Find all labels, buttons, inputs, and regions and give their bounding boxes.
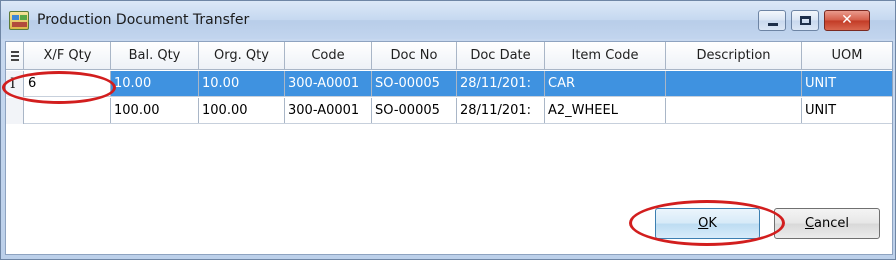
bal-qty-cell: 100.00 (111, 98, 199, 123)
xf-qty-input[interactable] (25, 98, 111, 123)
row-selector[interactable] (6, 98, 24, 124)
item-code-cell: CAR (545, 71, 666, 96)
production-document-transfer-window: Production Document Transfer ✕ X/F Qty B… (0, 0, 896, 260)
ok-button-label: K (708, 216, 717, 231)
table-row[interactable]: I 6 10.00 10.00 300-A0001 SO-00005 28/11… (6, 71, 892, 97)
cancel-button[interactable]: Cancel (774, 208, 880, 239)
close-button[interactable]: ✕ (824, 10, 870, 31)
org-qty-cell: 10.00 (199, 71, 285, 96)
column-header-bal-qty[interactable]: Bal. Qty (111, 42, 199, 69)
column-header-item-code[interactable]: Item Code (545, 42, 666, 69)
window-title: Production Document Transfer (37, 12, 250, 28)
minimize-button[interactable] (758, 10, 786, 31)
table-row[interactable]: 100.00 100.00 300-A0001 SO-00005 28/11/2… (6, 98, 892, 124)
ok-button[interactable]: OK (655, 208, 760, 239)
code-cell: 300-A0001 (285, 71, 372, 96)
title-bar[interactable]: Production Document Transfer ✕ (1, 1, 895, 39)
org-qty-cell: 100.00 (199, 98, 285, 123)
code-cell: 300-A0001 (285, 98, 372, 123)
app-icon (9, 11, 29, 30)
item-code-cell: A2_WHEEL (545, 98, 666, 123)
column-header-uom[interactable]: UOM (802, 42, 892, 69)
text-cursor-icon: I (10, 76, 16, 92)
column-header-code[interactable]: Code (285, 42, 372, 69)
doc-date-cell: 28/11/201: (457, 71, 545, 96)
ok-button-mnemonic: O (698, 216, 709, 231)
column-chooser-icon[interactable] (6, 42, 24, 70)
uom-cell: UNIT (805, 103, 837, 118)
doc-no-cell: SO-00005 (372, 71, 457, 96)
description-cell (666, 71, 802, 96)
column-header-xf-qty[interactable]: X/F Qty (25, 42, 111, 69)
minimize-icon (768, 23, 778, 26)
uom-cell: UNIT (802, 71, 892, 96)
description-cell (666, 98, 802, 123)
maximize-icon (800, 16, 811, 25)
column-header-doc-no[interactable]: Doc No (372, 42, 457, 69)
column-header-doc-date[interactable]: Doc Date (457, 42, 545, 69)
cancel-button-label: ancel (814, 216, 850, 231)
grid-header: X/F Qty Bal. Qty Org. Qty Code Doc No Do… (6, 42, 892, 70)
xf-qty-input[interactable]: 6 (25, 71, 111, 96)
bal-qty-cell: 10.00 (111, 71, 199, 96)
cancel-button-mnemonic: C (804, 216, 815, 231)
row-selector[interactable]: I (6, 71, 24, 97)
column-header-org-qty[interactable]: Org. Qty (199, 42, 285, 69)
doc-date-cell: 28/11/201: (457, 98, 545, 123)
doc-no-cell: SO-00005 (372, 98, 457, 123)
maximize-button[interactable] (791, 10, 819, 31)
close-icon: ✕ (841, 12, 853, 28)
column-header-description[interactable]: Description (666, 42, 802, 69)
